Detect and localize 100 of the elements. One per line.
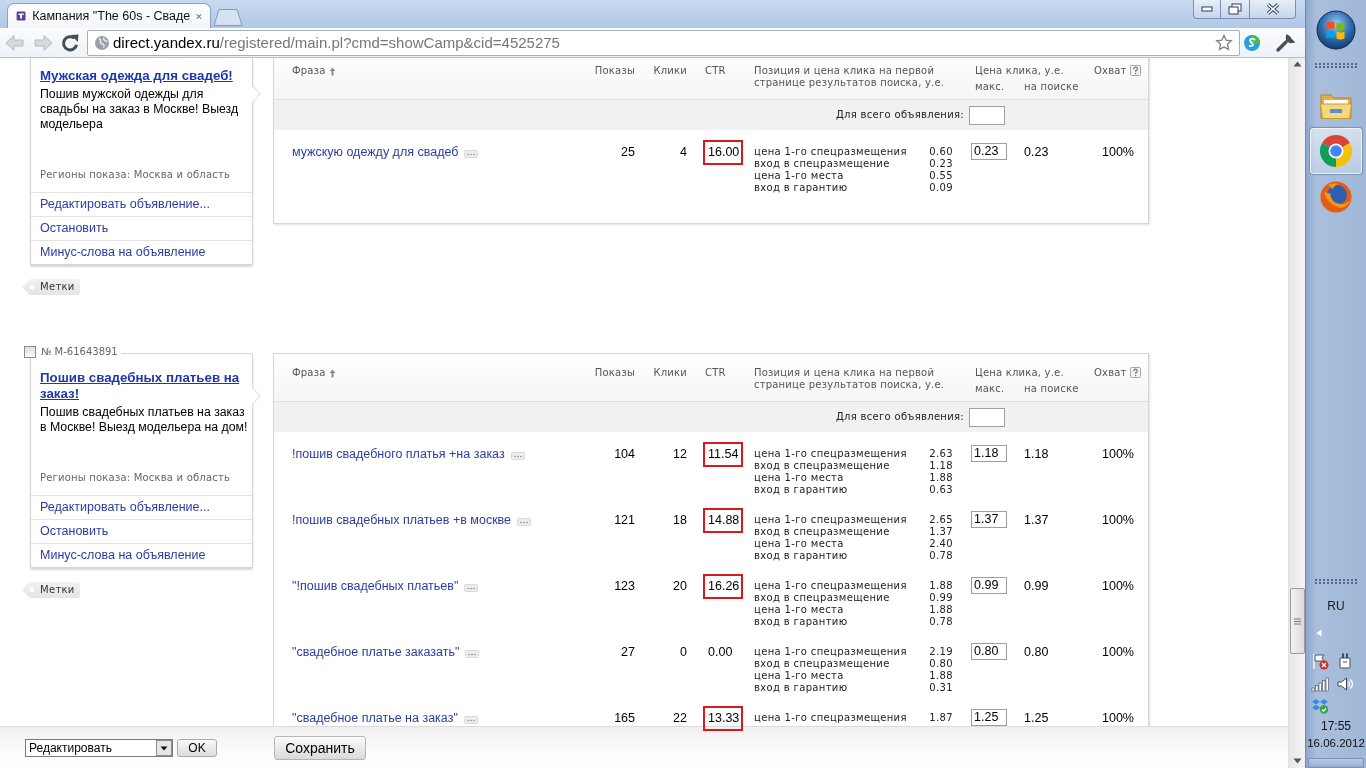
help-icon[interactable] <box>1129 65 1141 76</box>
position-label: вход в спецразмещение <box>754 592 890 604</box>
column-header: CTR <box>705 65 726 76</box>
ad-action-link[interactable]: Редактировать объявление... <box>31 495 252 519</box>
search-price-value: 0.99 <box>1024 579 1049 593</box>
phrase-link[interactable]: мужскую одежду для свадеб <box>292 146 459 158</box>
new-tab-button[interactable] <box>213 9 243 26</box>
bid-input-field[interactable] <box>969 105 1005 125</box>
ad-action-link[interactable]: Минус-слова на объявление <box>31 240 252 264</box>
ctr-value: 16.00 <box>703 140 743 165</box>
ok-button[interactable]: OK <box>177 739 217 757</box>
coverage-value: 100% <box>1102 645 1134 659</box>
more-icon[interactable] <box>464 150 479 158</box>
clicks-value: 4 <box>680 145 687 159</box>
impressions-value: 165 <box>614 711 635 725</box>
ad-number: № M-61643891 <box>41 346 118 358</box>
more-icon[interactable] <box>463 716 478 724</box>
checkbox[interactable] <box>24 346 36 358</box>
more-icon[interactable] <box>464 584 479 592</box>
column-header: Позиция и цена клика на первой странице результатов поиска, у.е. <box>754 65 945 88</box>
action-select[interactable]: Редактировать <box>25 739 173 757</box>
flag-error-icon[interactable] <box>1311 652 1329 670</box>
max-bid-field[interactable]: 1.37 <box>971 511 1007 528</box>
address-field[interactable]: direct.yandex.ru/registered/main.pl?cmd=showCamp&cid=4525275 <box>87 29 1240 56</box>
sync-box-icon[interactable] <box>1311 698 1329 714</box>
minimize-button[interactable] <box>1193 0 1221 19</box>
phrase-link[interactable]: !пошив свадебного платья +на заказ <box>292 448 505 460</box>
sort-arrow-icon[interactable] <box>328 368 336 378</box>
position-value: 0.78 <box>929 616 953 628</box>
ad-action-link[interactable]: Остановить <box>31 216 252 240</box>
scroll-up-icon[interactable] <box>1292 61 1302 67</box>
max-bid-field[interactable]: 0.80 <box>971 643 1007 660</box>
show-desktop-button[interactable] <box>1308 758 1364 768</box>
clicks-value: 22 <box>673 711 687 725</box>
phrase-link[interactable]: !пошив свадебных платьев +в москве <box>292 514 512 526</box>
tags-button[interactable]: Метки <box>22 279 80 295</box>
column-header: Охват <box>1094 367 1127 379</box>
more-icon[interactable] <box>465 650 480 658</box>
column-subheader: макс. <box>975 383 1005 394</box>
wrench-icon[interactable] <box>1275 32 1295 53</box>
close-window-button[interactable] <box>1250 0 1296 19</box>
browser-icon <box>1319 180 1353 214</box>
browser-tab[interactable]: Кампания "The 60s - Сваде <box>7 3 211 28</box>
close-icon[interactable] <box>196 11 202 21</box>
position-label: вход в гарантию <box>754 182 848 194</box>
help-icon[interactable] <box>1129 367 1141 378</box>
minimize-icon <box>1201 6 1213 12</box>
taskbar-button[interactable] <box>1310 128 1362 174</box>
phrase-link[interactable]: "свадебное платье заказать" <box>292 646 460 658</box>
left-arrow-icon[interactable] <box>1316 629 1322 637</box>
start-orb-icon[interactable] <box>1316 10 1356 50</box>
more-icon[interactable] <box>510 452 525 460</box>
position-label: цена 1-го спецразмещения <box>754 646 907 658</box>
volume-icon[interactable] <box>1336 675 1354 693</box>
language-indicator[interactable]: RU <box>1327 599 1345 613</box>
bid-input-field[interactable] <box>969 407 1005 427</box>
more-icon[interactable] <box>517 518 532 526</box>
ad-action-link[interactable]: Редактировать объявление... <box>31 192 252 216</box>
position-value: 0.09 <box>929 182 953 194</box>
browser-icon <box>1319 134 1353 168</box>
search-price-value: 1.37 <box>1024 513 1049 527</box>
max-bid-field[interactable]: 1.18 <box>971 445 1007 462</box>
position-label: цена 1-го места <box>754 604 844 616</box>
column-header: Фраза <box>292 367 326 379</box>
impressions-value: 104 <box>614 447 635 461</box>
star-icon[interactable] <box>1215 33 1233 52</box>
clicks-value: 20 <box>673 579 687 593</box>
scrollbar-thumb[interactable] <box>1289 588 1305 654</box>
impressions-value: 121 <box>614 513 635 527</box>
position-label: вход в спецразмещение <box>754 658 890 670</box>
column-header: Фраза <box>292 65 326 77</box>
position-value: 2.63 <box>929 448 953 460</box>
whole-ad-label: Для всего объявления: <box>835 411 964 423</box>
max-bid-field[interactable]: 0.23 <box>971 143 1007 160</box>
clock-date: 16.06.2012 <box>1307 736 1365 750</box>
sort-arrow-icon[interactable] <box>328 66 336 76</box>
scroll-down-icon[interactable] <box>1292 758 1302 764</box>
max-bid-field[interactable]: 0.99 <box>971 577 1007 594</box>
plug-icon[interactable] <box>1336 652 1354 670</box>
phrase-link[interactable]: "свадебное платье на заказ" <box>292 712 458 724</box>
ad-title-link[interactable]: Пошив свадебных платьев на заказ! <box>40 370 250 402</box>
phrase-link[interactable]: "!пошив свадебных платьев" <box>292 580 459 592</box>
clock-time: 17:55 <box>1321 719 1351 733</box>
position-label: вход в спецразмещение <box>754 460 890 472</box>
coverage-value: 100% <box>1102 579 1134 593</box>
save-button[interactable]: Сохранить <box>274 735 366 760</box>
position-label: цена 1-го места <box>754 538 844 550</box>
position-label: вход в гарантию <box>754 616 848 628</box>
ad-action-link[interactable]: Минус-слова на объявление <box>31 543 252 567</box>
search-price-value: 1.18 <box>1024 447 1049 461</box>
ctr-value: 11.54 <box>703 442 743 467</box>
restore-button[interactable] <box>1221 0 1250 19</box>
coverage-value: 100% <box>1102 145 1134 159</box>
signal-icon[interactable] <box>1311 675 1329 693</box>
max-bid-field[interactable]: 1.25 <box>971 709 1007 726</box>
column-header: Охват <box>1094 65 1127 77</box>
extension-icon[interactable] <box>1243 33 1261 52</box>
tags-button[interactable]: Метки <box>22 582 80 598</box>
ad-action-link[interactable]: Остановить <box>31 519 252 543</box>
ad-title-link[interactable]: Мужская одежда для свадеб! <box>40 68 250 84</box>
